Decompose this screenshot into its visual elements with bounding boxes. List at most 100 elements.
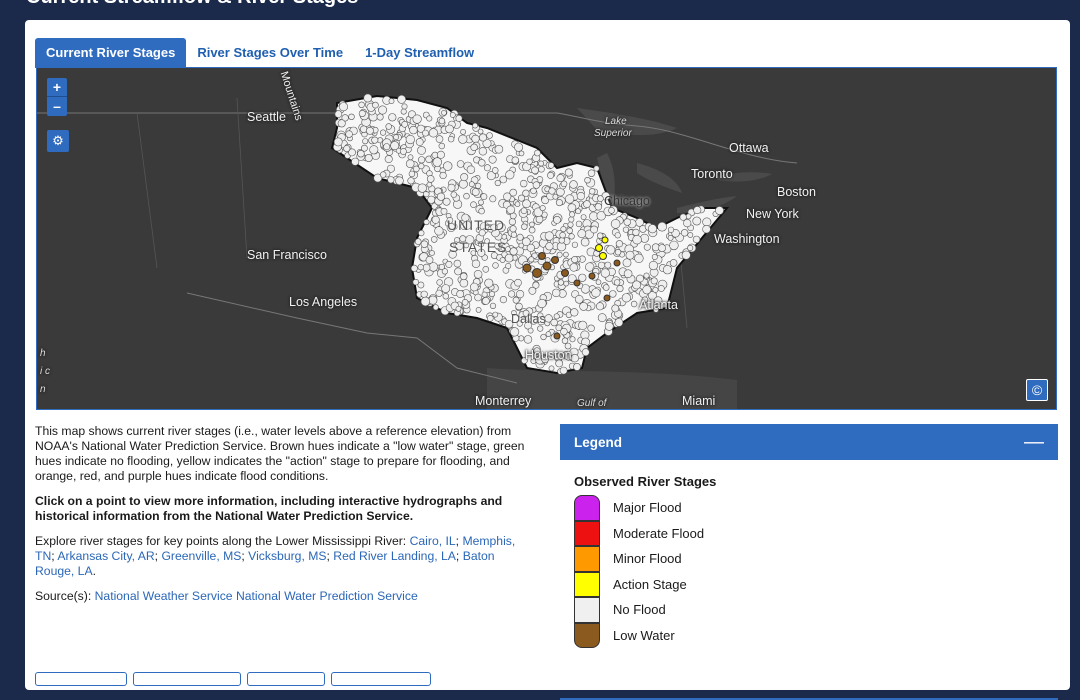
no-flood-point[interactable] — [383, 143, 391, 151]
no-flood-point[interactable] — [532, 181, 541, 189]
no-flood-point[interactable] — [470, 201, 477, 208]
no-flood-point[interactable] — [380, 129, 387, 136]
no-flood-point[interactable] — [388, 113, 397, 122]
no-flood-point[interactable] — [405, 159, 415, 168]
no-flood-point[interactable] — [537, 325, 544, 332]
no-flood-point[interactable] — [596, 232, 604, 239]
no-flood-point[interactable] — [547, 171, 555, 179]
no-flood-point[interactable] — [511, 156, 519, 164]
no-flood-point[interactable] — [435, 289, 443, 297]
collapse-icon[interactable]: — — [1024, 431, 1044, 454]
no-flood-point[interactable] — [567, 203, 577, 212]
source-link[interactable]: National Weather Service National Water … — [95, 589, 418, 603]
no-flood-point[interactable] — [613, 279, 621, 286]
no-flood-point[interactable] — [662, 265, 673, 275]
no-flood-point[interactable] — [478, 199, 484, 206]
no-flood-point[interactable] — [505, 263, 512, 270]
layers-button[interactable]: ⚙ — [47, 130, 69, 152]
no-flood-point[interactable] — [657, 285, 665, 292]
no-flood-point[interactable] — [692, 216, 702, 226]
no-flood-point[interactable] — [597, 261, 606, 269]
no-flood-point[interactable] — [482, 266, 490, 273]
no-flood-point[interactable] — [348, 113, 355, 120]
no-flood-point[interactable] — [614, 318, 624, 327]
no-flood-point[interactable] — [363, 93, 373, 103]
no-flood-point[interactable] — [456, 290, 465, 298]
no-flood-point[interactable] — [483, 164, 491, 172]
no-flood-point[interactable] — [651, 254, 658, 261]
no-flood-point[interactable] — [405, 134, 415, 145]
no-flood-point[interactable] — [568, 216, 575, 223]
no-flood-point[interactable] — [552, 193, 559, 200]
no-flood-point[interactable] — [692, 235, 701, 244]
no-flood-point[interactable] — [397, 94, 406, 104]
no-flood-point[interactable] — [425, 256, 434, 264]
no-flood-point[interactable] — [471, 259, 481, 269]
no-flood-point[interactable] — [384, 155, 393, 164]
link-red-river-landing[interactable]: Red River Landing, LA — [333, 549, 456, 563]
no-flood-point[interactable] — [333, 137, 343, 147]
no-flood-point[interactable] — [557, 279, 565, 286]
no-flood-point[interactable] — [484, 278, 494, 288]
no-flood-point[interactable] — [442, 293, 449, 300]
link-arkansas-city[interactable]: Arkansas City, AR — [57, 549, 154, 563]
no-flood-point[interactable] — [595, 302, 604, 311]
no-flood-point[interactable] — [623, 269, 633, 278]
no-flood-point[interactable] — [423, 219, 430, 226]
no-flood-point[interactable] — [509, 247, 518, 256]
no-flood-point[interactable] — [622, 226, 630, 233]
no-flood-point[interactable] — [460, 272, 468, 281]
no-flood-point[interactable] — [400, 108, 407, 115]
no-flood-point[interactable] — [559, 231, 566, 239]
no-flood-point[interactable] — [537, 298, 547, 309]
no-flood-point[interactable] — [458, 134, 468, 144]
no-flood-point[interactable] — [548, 365, 555, 372]
no-flood-point[interactable] — [551, 288, 561, 298]
no-flood-point[interactable] — [351, 157, 360, 166]
no-flood-point[interactable] — [623, 218, 631, 226]
no-flood-point[interactable] — [514, 201, 521, 207]
no-flood-point[interactable] — [415, 138, 424, 146]
no-flood-point[interactable] — [435, 135, 444, 143]
no-flood-point[interactable] — [426, 115, 433, 122]
no-flood-point[interactable] — [643, 243, 651, 251]
no-flood-point[interactable] — [364, 154, 373, 163]
no-flood-point[interactable] — [412, 278, 419, 286]
no-flood-point[interactable] — [681, 250, 691, 260]
no-flood-point[interactable] — [362, 138, 369, 145]
no-flood-point[interactable] — [548, 187, 556, 195]
zoom-in-button[interactable]: + — [47, 78, 67, 97]
no-flood-point[interactable] — [590, 225, 598, 234]
no-flood-point[interactable] — [345, 130, 353, 138]
link-cairo[interactable]: Cairo, IL — [410, 534, 456, 548]
no-flood-point[interactable] — [489, 302, 497, 309]
no-flood-point[interactable] — [445, 260, 453, 268]
no-flood-point[interactable] — [604, 261, 612, 269]
no-flood-point[interactable] — [441, 268, 449, 275]
no-flood-point[interactable] — [429, 250, 435, 256]
no-flood-point[interactable] — [417, 146, 426, 155]
no-flood-point[interactable] — [380, 171, 387, 178]
no-flood-point[interactable] — [506, 205, 516, 215]
no-flood-point[interactable] — [602, 284, 610, 291]
no-flood-point[interactable] — [593, 165, 600, 172]
no-flood-point[interactable] — [338, 102, 348, 112]
no-flood-point[interactable] — [492, 311, 499, 318]
no-flood-point[interactable] — [545, 242, 554, 251]
no-flood-point[interactable] — [643, 272, 650, 279]
no-flood-point[interactable] — [337, 119, 346, 128]
river-stage-map[interactable]: Mountains Seattle Lake Superior Ottawa T… — [36, 67, 1057, 410]
no-flood-point[interactable] — [521, 223, 528, 230]
no-flood-point[interactable] — [489, 195, 497, 203]
no-flood-point[interactable] — [538, 165, 545, 173]
no-flood-point[interactable] — [687, 245, 694, 252]
no-flood-point[interactable] — [441, 109, 447, 116]
tab-1-day-streamflow[interactable]: 1-Day Streamflow — [354, 38, 485, 68]
no-flood-point[interactable] — [540, 333, 547, 341]
no-flood-point[interactable] — [556, 251, 563, 258]
no-flood-point[interactable] — [568, 233, 575, 240]
no-flood-point[interactable] — [579, 302, 588, 311]
no-flood-point[interactable] — [587, 324, 595, 332]
no-flood-point[interactable] — [494, 179, 501, 187]
no-flood-point[interactable] — [468, 181, 475, 188]
